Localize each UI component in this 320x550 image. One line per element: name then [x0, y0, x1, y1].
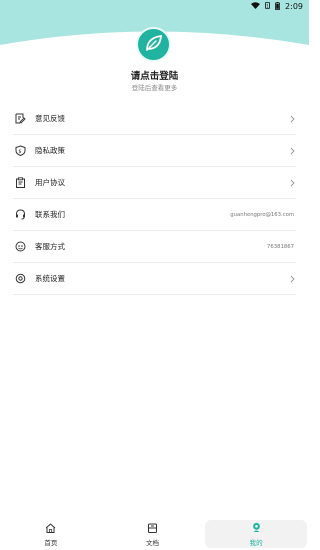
- svg-text:1: 1: [266, 3, 269, 8]
- shield-icon: $: [14, 145, 26, 157]
- nav-profile-label: 我的: [249, 538, 263, 547]
- menu-item-feedback[interactable]: 意见反馈: [13, 103, 296, 135]
- menu-item-label: 用户协议: [35, 178, 65, 187]
- nav-home-label: 首页: [44, 539, 58, 547]
- menu-item-value: guanhengpro@163.com: [230, 211, 294, 218]
- nav-home[interactable]: 首页: [0, 520, 102, 550]
- profile-icon: [251, 522, 262, 535]
- status-bar: 1 2:09: [0, 0, 309, 13]
- leaf-icon: [144, 33, 164, 57]
- chevron-right-icon: [288, 114, 296, 124]
- chevron-right-icon: [288, 178, 296, 188]
- menu-item-system-settings[interactable]: 系统设置: [13, 263, 296, 295]
- clipboard-icon: [14, 177, 26, 189]
- bottom-nav: 首页 文档 我的: [0, 520, 309, 550]
- settings-menu: 意见反馈 $ 隐私政策 用户协议 联系我们 guanhengpro@163.co…: [13, 103, 296, 295]
- status-time: 2:09: [285, 2, 303, 11]
- feedback-icon: [14, 113, 26, 125]
- menu-item-label: 隐私政策: [35, 146, 65, 155]
- wifi-icon: [251, 2, 261, 11]
- svg-text:$: $: [18, 149, 21, 155]
- chevron-right-icon: [288, 146, 296, 156]
- service-icon: [14, 241, 26, 253]
- login-prompt[interactable]: 请点击登陆: [0, 68, 309, 82]
- menu-item-contact-us[interactable]: 联系我们 guanhengpro@163.com: [13, 199, 296, 231]
- menu-item-privacy[interactable]: $ 隐私政策: [13, 135, 296, 167]
- headset-icon: [14, 209, 26, 221]
- avatar[interactable]: [136, 27, 171, 62]
- menu-item-user-agreement[interactable]: 用户协议: [13, 167, 296, 199]
- chevron-right-icon: [288, 274, 296, 284]
- menu-item-label: 客服方式: [35, 242, 65, 251]
- settings-icon: [14, 273, 26, 285]
- document-icon: [147, 523, 158, 535]
- battery-icon: [275, 1, 280, 12]
- menu-item-value: 76381867: [267, 243, 294, 250]
- sim-icon: 1: [265, 2, 270, 11]
- menu-item-label: 联系我们: [35, 210, 65, 219]
- login-subtitle: 登陆后查看更多: [131, 84, 178, 92]
- menu-item-label: 意见反馈: [35, 114, 65, 123]
- home-icon: [45, 523, 56, 535]
- menu-item-customer-service[interactable]: 客服方式 76381867: [13, 231, 296, 263]
- menu-item-label: 系统设置: [35, 274, 65, 283]
- nav-documents[interactable]: 文档: [102, 520, 204, 550]
- nav-profile[interactable]: 我的: [205, 520, 308, 548]
- nav-documents-label: 文档: [146, 539, 159, 547]
